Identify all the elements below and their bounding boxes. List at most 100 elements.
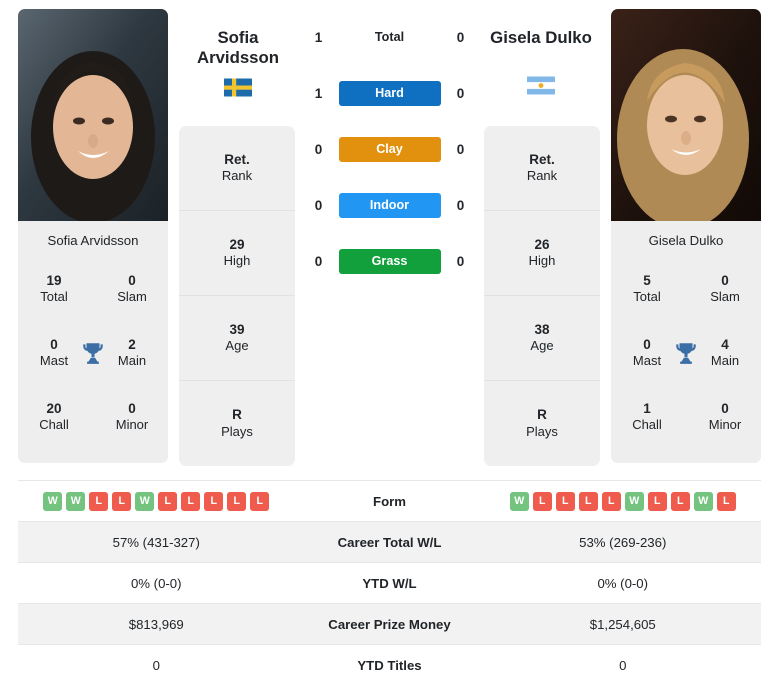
form-badge-loss: L: [716, 491, 736, 511]
row-label-career-total-wl: Career Total W/L: [337, 534, 442, 550]
form-badge-loss: L: [89, 491, 109, 511]
table-row: WWLLWLLLLL Form WLLLLWLLWL: [18, 480, 761, 521]
achievement-value: 0: [50, 337, 58, 353]
form-badge-win: W: [693, 491, 713, 511]
meta-row-high: 26 High: [484, 211, 600, 296]
form-badge-win: W: [509, 491, 529, 511]
left-player-header[interactable]: Sofia Arvidsson: [163, 28, 313, 97]
achievement-label: Slam: [117, 289, 147, 305]
right-player-name-line1: Gisela Dulko: [490, 28, 592, 47]
h2h-row-hard: 1 Hard 0: [308, 65, 472, 121]
table-row: 0 YTD Titles 0: [18, 644, 761, 685]
meta-value: R: [537, 407, 547, 423]
form-badge-loss: L: [250, 491, 270, 511]
right-achievements-grid: 5 Total 0 Slam 0 Mast 4 Main 1 Chall 0 M…: [611, 257, 761, 463]
h2h-row-clay: 0 Clay 0: [308, 121, 472, 177]
achievement-value: 0: [128, 401, 136, 417]
meta-value: 29: [229, 236, 245, 252]
left-form-cell: WWLLWLLLLL: [18, 491, 295, 511]
meta-row-plays: R Plays: [484, 381, 600, 466]
meta-label: Rank: [526, 168, 558, 184]
left-career-total-wl: 57% (431-327): [112, 534, 200, 550]
achievement-slam: 0 Slam: [699, 272, 751, 306]
h2h-left-count: 0: [314, 253, 323, 269]
meta-value: Ret.: [224, 151, 250, 167]
right-player-header[interactable]: Gisela Dulko: [466, 28, 616, 95]
meta-row-high: 29 High: [179, 211, 295, 296]
left-ytd-wl: 0% (0-0): [130, 575, 182, 591]
right-player-meta-card: Ret. Rank 26 High 38 Age R Plays: [484, 126, 600, 466]
meta-label: Plays: [526, 423, 558, 439]
meta-label: Rank: [221, 168, 253, 184]
right-career-total-wl: 53% (269-236): [579, 534, 667, 550]
stats-table: WWLLWLLLLL Form WLLLLWLLWL 57% (431-327)…: [18, 480, 761, 685]
h2h-right-count: 0: [456, 197, 465, 213]
form-badge-win: W: [135, 491, 155, 511]
form-badge-loss: L: [227, 491, 247, 511]
meta-row-plays: R Plays: [179, 381, 295, 466]
head-to-head-column: 1 Total 0 1 Hard 0 0 Clay 0 0 Indoor 0 0…: [295, 9, 484, 289]
row-label-form: Form: [373, 493, 406, 509]
left-player-name-line1: Sofia: [217, 28, 259, 47]
form-badge-win: W: [66, 491, 86, 511]
achievement-row: 1 Chall 0 Minor: [621, 385, 751, 449]
trophy-icon: [80, 340, 106, 366]
achievement-label: Minor: [708, 417, 742, 433]
achievement-value: 5: [643, 273, 651, 289]
form-badge-loss: L: [555, 491, 575, 511]
achievement-chall: 20 Chall: [28, 400, 80, 434]
form-badge-loss: L: [112, 491, 132, 511]
right-form-cell: WLLLLWLLWL: [485, 491, 762, 511]
surface-badge-clay[interactable]: Clay: [338, 136, 441, 162]
meta-row-rank: Ret. Rank: [484, 126, 600, 211]
achievement-label: Total: [633, 289, 661, 305]
sweden-flag-icon: [224, 78, 252, 97]
row-label-career-prize-money: Career Prize Money: [328, 616, 451, 632]
achievement-main: 2 Main: [106, 336, 158, 370]
surface-badge-hard[interactable]: Hard: [338, 80, 441, 106]
achievement-chall: 1 Chall: [621, 400, 673, 434]
achievement-label: Main: [117, 353, 147, 369]
meta-row-age: 38 Age: [484, 296, 600, 381]
achievement-label: Chall: [632, 417, 662, 433]
achievement-mast: 0 Mast: [621, 336, 673, 370]
meta-value: 38: [534, 321, 550, 337]
meta-value: R: [232, 407, 242, 423]
achievement-label: Total: [40, 289, 68, 305]
surface-badge-indoor[interactable]: Indoor: [338, 192, 441, 218]
achievement-minor: 0 Minor: [106, 400, 158, 434]
achievement-value: 0: [643, 337, 651, 353]
meta-value: 39: [229, 321, 245, 337]
form-badge-loss: L: [670, 491, 690, 511]
surface-badge-grass[interactable]: Grass: [338, 248, 441, 274]
right-player-photo: [611, 9, 761, 221]
form-badge-loss: L: [204, 491, 224, 511]
achievement-row: 19 Total 0 Slam: [28, 257, 158, 321]
left-player-card[interactable]: Sofia Arvidsson 19 Total 0 Slam 0 Mast 2…: [18, 9, 168, 463]
achievement-row: 20 Chall 0 Minor: [28, 385, 158, 449]
form-badge-win: W: [624, 491, 644, 511]
form-badge-loss: L: [181, 491, 201, 511]
form-badge-loss: L: [647, 491, 667, 511]
right-ytd-wl: 0% (0-0): [597, 575, 649, 591]
achievement-slam: 0 Slam: [106, 272, 158, 306]
achievement-main: 4 Main: [699, 336, 751, 370]
left-player-name-line2: Arvidsson: [196, 48, 280, 68]
form-badge-loss: L: [532, 491, 552, 511]
meta-value: Ret.: [529, 151, 555, 167]
meta-value: 26: [534, 236, 550, 252]
h2h-left-count: 0: [314, 141, 323, 157]
right-ytd-titles: 0: [619, 657, 627, 673]
achievement-label: Slam: [710, 289, 740, 305]
achievement-minor: 0 Minor: [699, 400, 751, 434]
right-card-player-name: Gisela Dulko: [611, 221, 761, 257]
h2h-label-total: Total: [374, 30, 405, 44]
achievement-total: 5 Total: [621, 272, 673, 306]
row-label-ytd-titles: YTD Titles: [357, 657, 422, 673]
achievement-row: 5 Total 0 Slam: [621, 257, 751, 321]
form-badge-win: W: [43, 491, 63, 511]
right-player-card[interactable]: Gisela Dulko 5 Total 0 Slam 0 Mast 4 Mai…: [611, 9, 761, 463]
achievement-label: Mast: [632, 353, 662, 369]
achievement-value: 20: [46, 401, 62, 417]
table-row: 0% (0-0) YTD W/L 0% (0-0): [18, 562, 761, 603]
